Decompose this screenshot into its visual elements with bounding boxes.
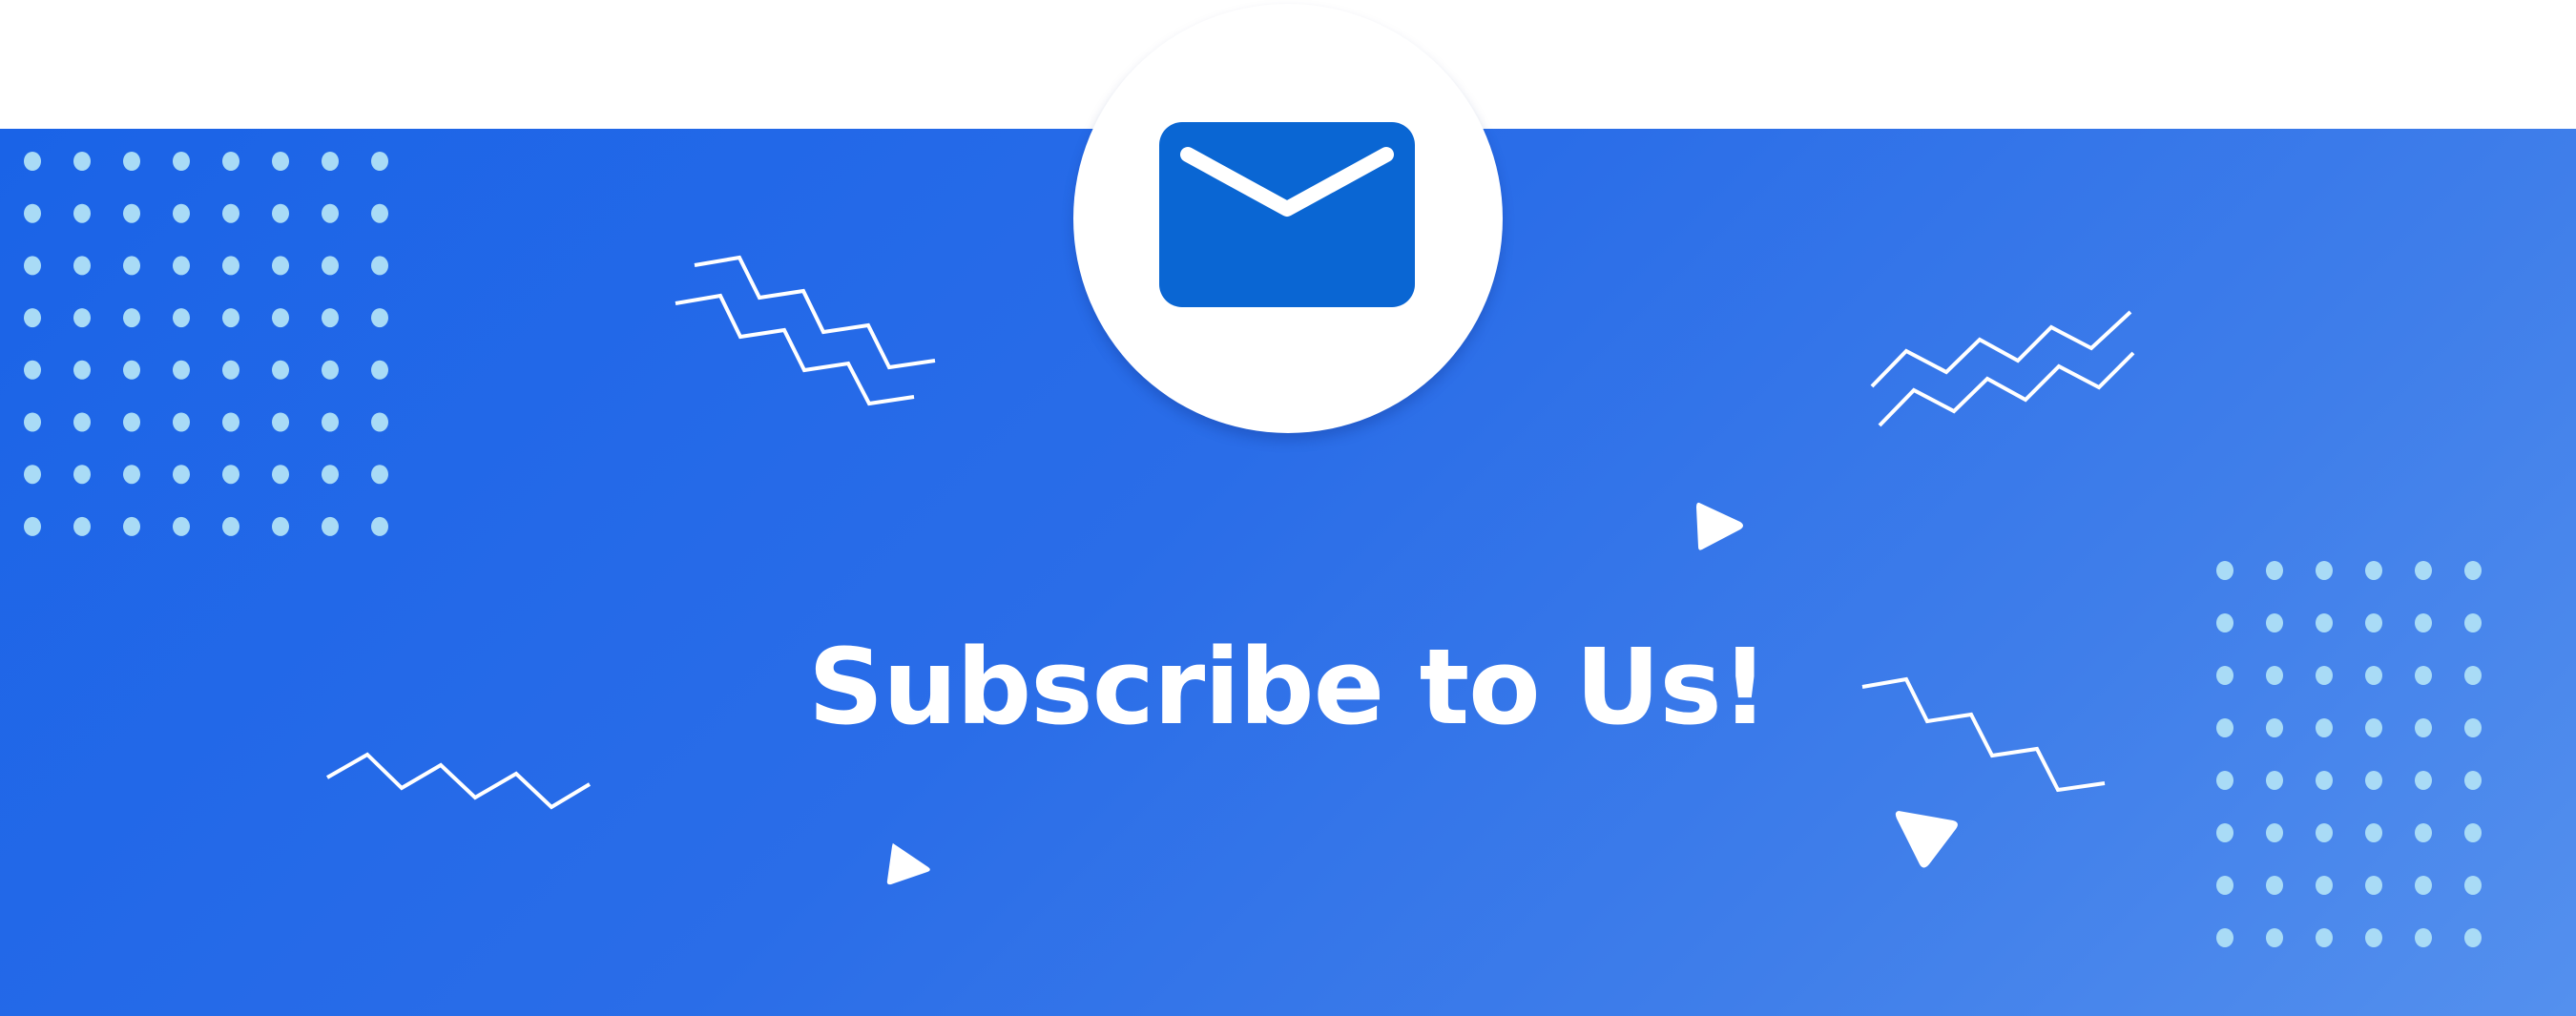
- page-title: Subscribe to Us!: [808, 626, 1769, 748]
- envelope-icon: [1159, 122, 1415, 307]
- subscribe-banner-page: Subscribe to Us!: [0, 0, 2576, 1016]
